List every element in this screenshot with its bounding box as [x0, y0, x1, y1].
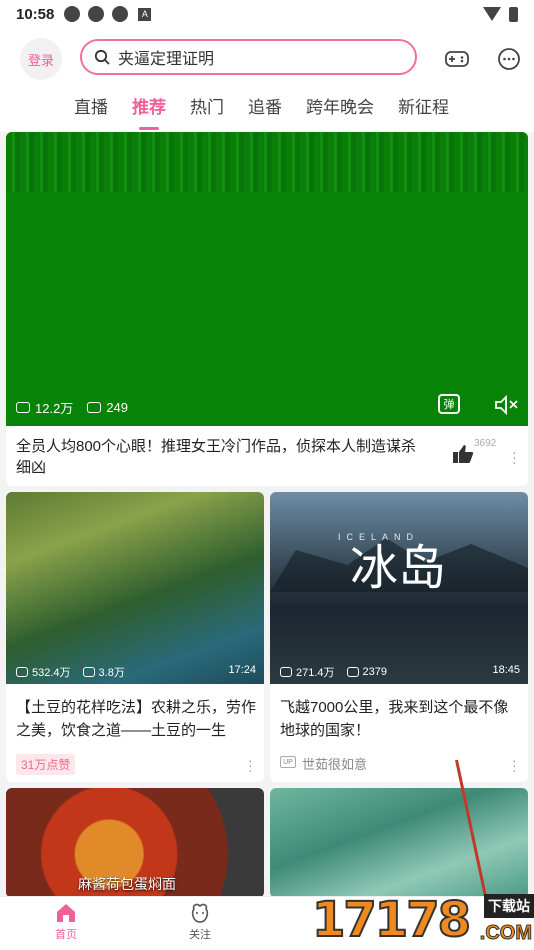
video-stats: 532.4万 3.8万: [16, 664, 125, 680]
status-bar: 10:58 A: [0, 0, 534, 28]
play-count-icon: [16, 667, 28, 677]
featured-title: 全员人均800个心眼！推理女王冷门作品，侦探本人制造谋杀细凶: [16, 438, 417, 476]
video-stats: 12.2万 249: [16, 398, 128, 417]
tab-hot[interactable]: 热门: [190, 88, 224, 132]
nav-home-label: 首页: [55, 929, 77, 941]
login-button[interactable]: 登录: [20, 38, 62, 80]
play-count: 532.4万: [32, 667, 71, 679]
tab-anime[interactable]: 追番: [248, 88, 282, 132]
message-icon[interactable]: [496, 46, 522, 72]
video-title: 飞越7000公里，我来到这个最不像地球的国家！: [280, 699, 509, 739]
play-count-icon: [280, 667, 292, 677]
follow-icon: [191, 903, 209, 923]
video-player[interactable]: 12.2万 249 弹: [6, 132, 528, 426]
video-duration: 17:24: [228, 664, 256, 676]
channel-tabs: 直播 推荐 热门 追番 跨年晚会 新征程: [0, 88, 534, 132]
notification-icon: [112, 6, 129, 22]
wifi-icon: [483, 7, 501, 21]
search-icon: [94, 49, 110, 65]
play-count: 271.4万: [296, 667, 335, 679]
more-options-icon[interactable]: · · ·: [248, 753, 253, 777]
notification-icon: [88, 6, 105, 22]
video-card[interactable]: 麻酱荷包蛋焖面: [6, 788, 264, 898]
more-options-icon[interactable]: · · ·: [512, 445, 517, 469]
video-thumbnail[interactable]: [270, 788, 528, 898]
thumbnail-caption: 冰岛: [350, 540, 447, 596]
danmaku-count-icon: [346, 667, 359, 677]
search-input[interactable]: 夹逼定理证明: [80, 39, 417, 75]
nav-home[interactable]: 首页: [31, 903, 101, 942]
mute-icon[interactable]: [494, 394, 520, 416]
uploader-tag-icon: UP: [280, 756, 296, 768]
featured-video-card[interactable]: 12.2万 249 弹 全员人均800个心眼！推理女王冷门作品，侦探本人制造谋杀…: [6, 132, 528, 486]
top-bar: 登录 夹逼定理证明: [0, 28, 534, 88]
danmaku-count-icon: [82, 667, 95, 677]
site-watermark: 17178 下载站 .COM: [311, 891, 534, 950]
danmaku-toggle-icon[interactable]: 弹: [438, 394, 460, 414]
tab-recommend[interactable]: 推荐: [132, 88, 166, 132]
battery-icon: [509, 6, 518, 22]
video-card[interactable]: 532.4万 3.8万 17:24 【土豆的花样吃法】农耕之乐，劳作之美，饮食之…: [6, 492, 264, 782]
video-noise: [6, 132, 528, 192]
video-thumbnail[interactable]: 麻酱荷包蛋焖面: [6, 788, 264, 898]
nav-follow[interactable]: 关注: [165, 903, 235, 942]
video-thumbnail[interactable]: ICELAND 冰岛 271.4万 2379 18:45: [270, 492, 528, 684]
video-title: 【土豆的花样吃法】农耕之乐，劳作之美，饮食之道——土豆的一生: [16, 699, 257, 739]
play-count-icon: [16, 402, 30, 413]
watermark-suffix: .COM: [479, 922, 532, 945]
more-options-icon[interactable]: · · ·: [512, 753, 517, 777]
danmaku-count: 3.8万: [98, 667, 125, 679]
video-card[interactable]: [270, 788, 528, 898]
thumbnail-caption: 麻酱荷包蛋焖面: [78, 876, 176, 892]
tab-new-journey[interactable]: 新征程: [398, 88, 449, 132]
video-stats: 271.4万 2379: [280, 664, 387, 680]
danmaku-count: 2379: [362, 666, 388, 678]
app-notification-icon: A: [138, 7, 152, 21]
tab-new-year-gala[interactable]: 跨年晚会: [306, 88, 374, 132]
video-card[interactable]: ICELAND 冰岛 271.4万 2379 18:45 飞越7000公里，我来…: [270, 492, 528, 782]
danmaku-count-icon: [87, 402, 102, 413]
play-count: 12.2万: [35, 401, 74, 416]
search-placeholder: 夹逼定理证明: [118, 51, 215, 68]
tab-live[interactable]: 直播: [74, 88, 108, 132]
watermark-digits: 17178: [311, 891, 472, 949]
like-count: 3692: [474, 438, 497, 449]
video-duration: 18:45: [492, 664, 520, 676]
nav-follow-label: 关注: [189, 929, 211, 941]
thumbs-up-icon[interactable]: [452, 444, 474, 464]
notification-icon: [64, 6, 81, 22]
watermark-label: 下载站: [484, 894, 534, 918]
home-icon: [57, 904, 75, 922]
status-time: 10:58: [16, 5, 55, 23]
author-name[interactable]: 世茹很如意: [302, 754, 367, 773]
danmaku-count: 249: [106, 400, 129, 415]
game-controller-icon[interactable]: [444, 46, 470, 72]
likes-badge: 31万点赞: [16, 754, 76, 775]
video-thumbnail[interactable]: 532.4万 3.8万 17:24: [6, 492, 264, 684]
